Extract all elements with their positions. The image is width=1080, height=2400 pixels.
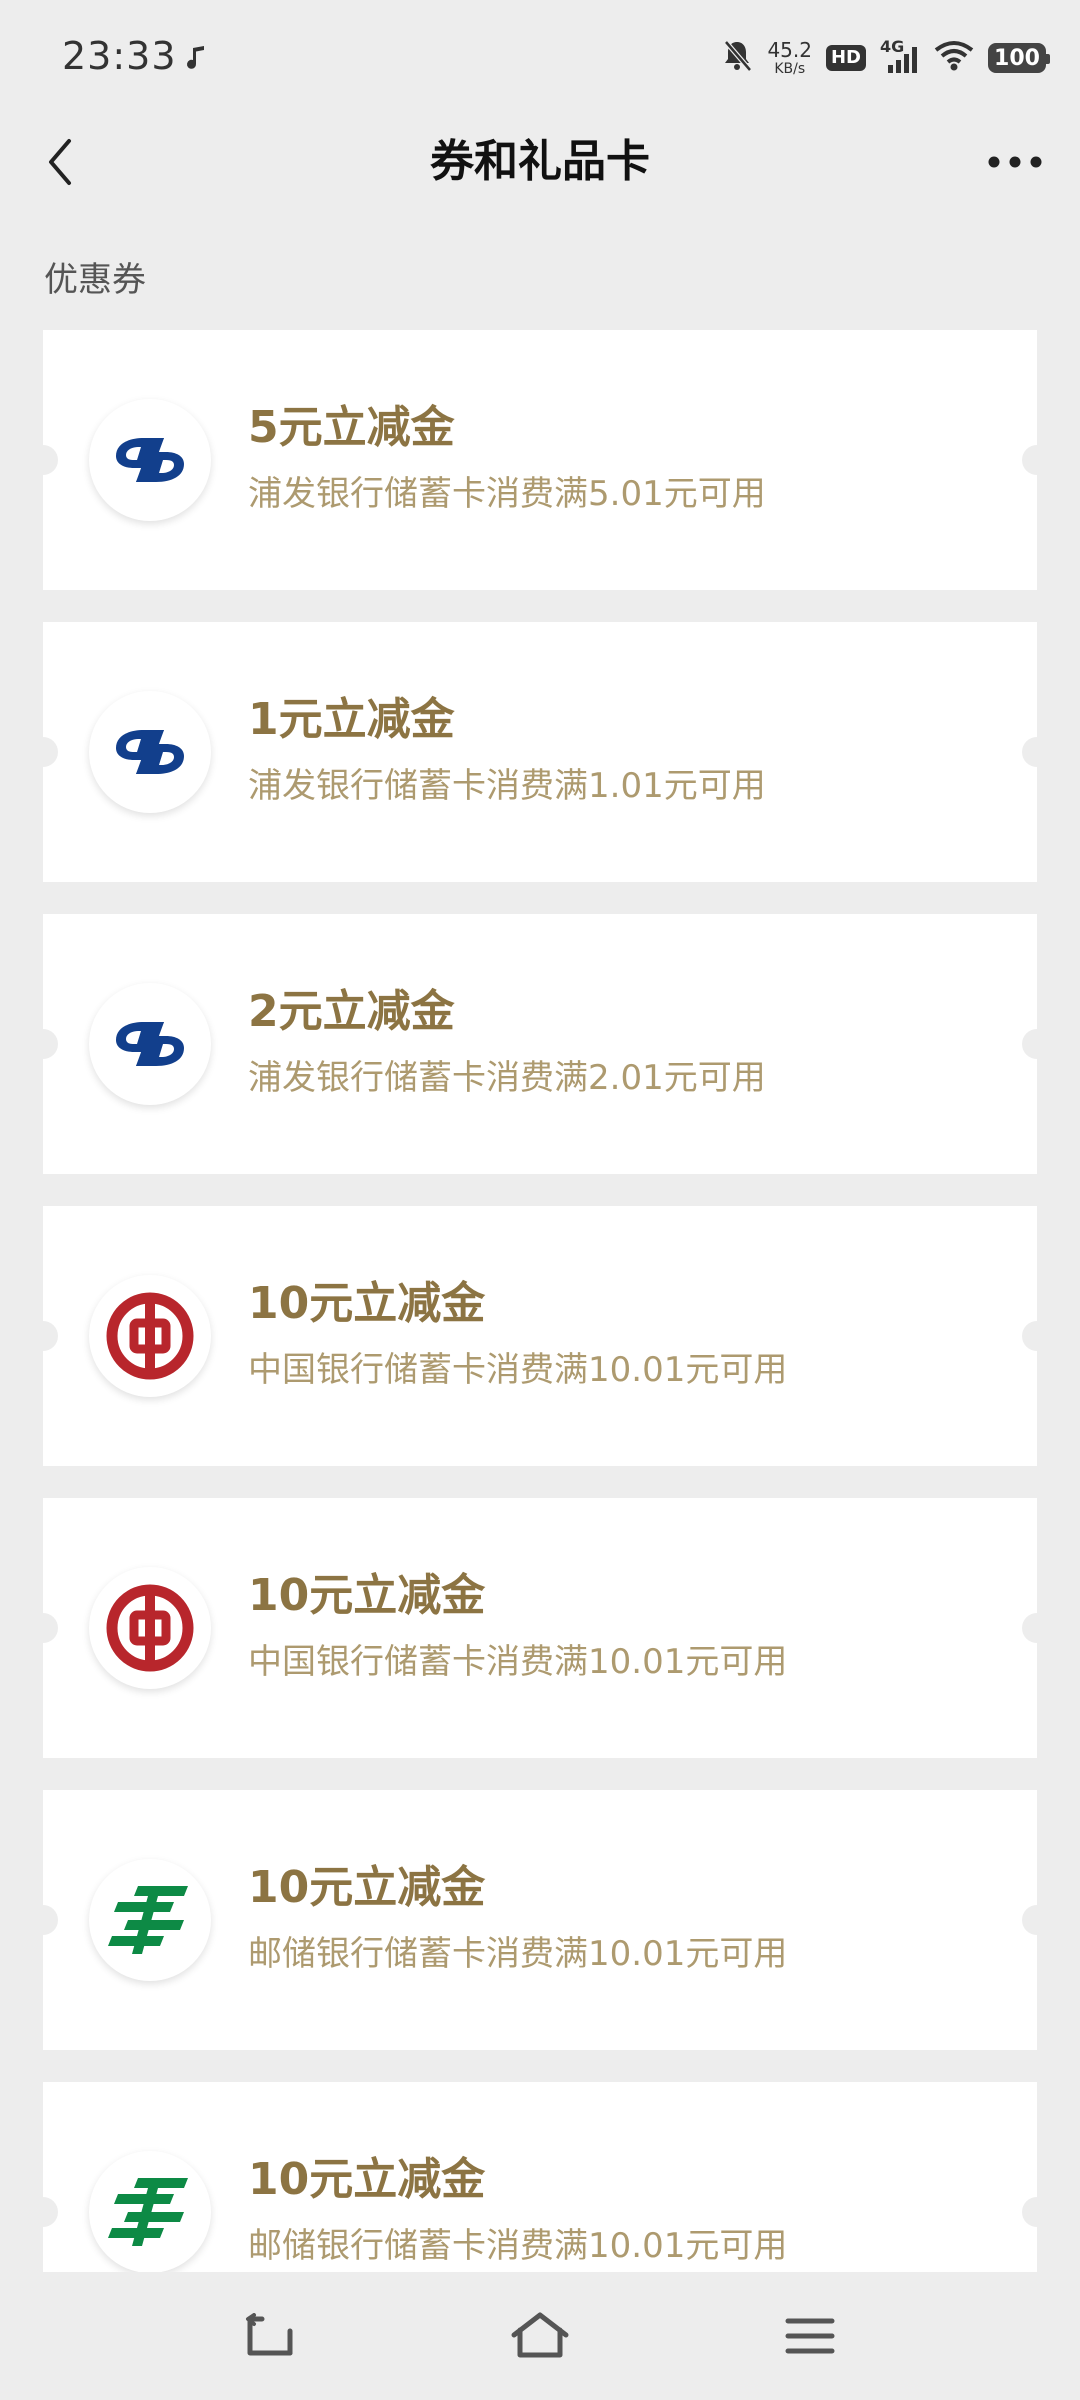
psbc-bank-logo-icon (108, 2178, 188, 2246)
coupon-card[interactable]: 10元立减金 邮储银行储蓄卡消费满10.01元可用 (28, 2082, 1052, 2272)
coupon-logo (89, 1567, 211, 1689)
coupon-desc: 中国银行储蓄卡消费满10.01元可用 (248, 1350, 788, 1390)
coupon-card[interactable]: 10元立减金 中国银行储蓄卡消费满10.01元可用 (28, 1498, 1052, 1758)
system-back-icon (246, 2313, 293, 2356)
coupon-logo (89, 399, 211, 521)
coupon-list[interactable]: 5元立减金 浦发银行储蓄卡消费满5.01元可用 1元立减金 浦发银行储蓄卡消费满… (0, 330, 1080, 2272)
wifi-icon (934, 40, 974, 76)
coupon-desc: 浦发银行储蓄卡消费满2.01元可用 (248, 1058, 766, 1098)
music-note-icon (184, 44, 208, 72)
coupon-title: 2元立减金 (248, 986, 455, 1037)
coupon-title: 10元立减金 (248, 2154, 486, 2205)
coupon-logo (89, 691, 211, 813)
coupon-desc: 邮储银行储蓄卡消费满10.01元可用 (248, 2226, 788, 2266)
system-back-button[interactable] (240, 2306, 300, 2366)
coupon-title: 10元立减金 (248, 1862, 486, 1913)
battery-indicator: 100 (988, 43, 1050, 73)
net-speed-unit: KB/s (774, 61, 806, 77)
spdb-bank-logo-icon (116, 438, 184, 482)
coupon-title: 10元立减金 (248, 1278, 486, 1329)
coupon-desc: 中国银行储蓄卡消费满10.01元可用 (248, 1642, 788, 1682)
system-recent-apps-button[interactable] (780, 2306, 840, 2366)
coupon-title: 10元立减金 (248, 1570, 486, 1621)
status-icons: 45.2 KB/s HD 4G 100 (721, 34, 1050, 82)
system-home-icon (511, 2312, 569, 2358)
boc-bank-logo-icon (106, 1292, 194, 1380)
net-speed-value: 45.2 (767, 38, 812, 62)
coupon-card[interactable]: 2元立减金 浦发银行储蓄卡消费满2.01元可用 (28, 914, 1052, 1174)
coupon-card[interactable]: 5元立减金 浦发银行储蓄卡消费满5.01元可用 (28, 330, 1052, 590)
more-button[interactable] (980, 132, 1050, 192)
section-label-coupons: 优惠券 (44, 260, 146, 300)
coupon-desc: 浦发银行储蓄卡消费满1.01元可用 (248, 766, 766, 806)
net-speed: 45.2 KB/s (767, 40, 812, 76)
status-bar: 23:33 45.2 KB/s HD 4G 100 (0, 0, 1080, 120)
coupon-card[interactable]: 10元立减金 中国银行储蓄卡消费满10.01元可用 (28, 1206, 1052, 1466)
page-title: 券和礼品卡 (430, 136, 650, 187)
mute-bell-icon (721, 39, 753, 77)
coupon-title: 5元立减金 (248, 402, 455, 453)
status-time: 23:33 (62, 34, 177, 78)
coupon-desc: 浦发银行储蓄卡消费满5.01元可用 (248, 474, 766, 514)
coupon-card[interactable]: 10元立减金 邮储银行储蓄卡消费满10.01元可用 (28, 1790, 1052, 2050)
system-menu-icon (785, 2318, 835, 2354)
spdb-bank-logo-icon (116, 730, 184, 774)
coupon-logo (89, 983, 211, 1105)
signal-icon: 4G (880, 37, 920, 75)
system-home-button[interactable] (510, 2306, 570, 2366)
coupon-logo (89, 1275, 211, 1397)
coupon-logo (89, 1859, 211, 1981)
more-dots-icon (988, 156, 1042, 168)
coupon-card[interactable]: 1元立减金 浦发银行储蓄卡消费满1.01元可用 (28, 622, 1052, 882)
boc-bank-logo-icon (106, 1584, 194, 1672)
coupon-logo (89, 2151, 211, 2272)
system-nav-bar (0, 2272, 1080, 2400)
hd-badge: HD (825, 45, 866, 71)
psbc-bank-logo-icon (108, 1886, 188, 1954)
coupon-desc: 邮储银行储蓄卡消费满10.01元可用 (248, 1934, 788, 1974)
coupon-title: 1元立减金 (248, 694, 455, 745)
nav-bar: 券和礼品卡 (0, 120, 1080, 204)
spdb-bank-logo-icon (116, 1022, 184, 1066)
